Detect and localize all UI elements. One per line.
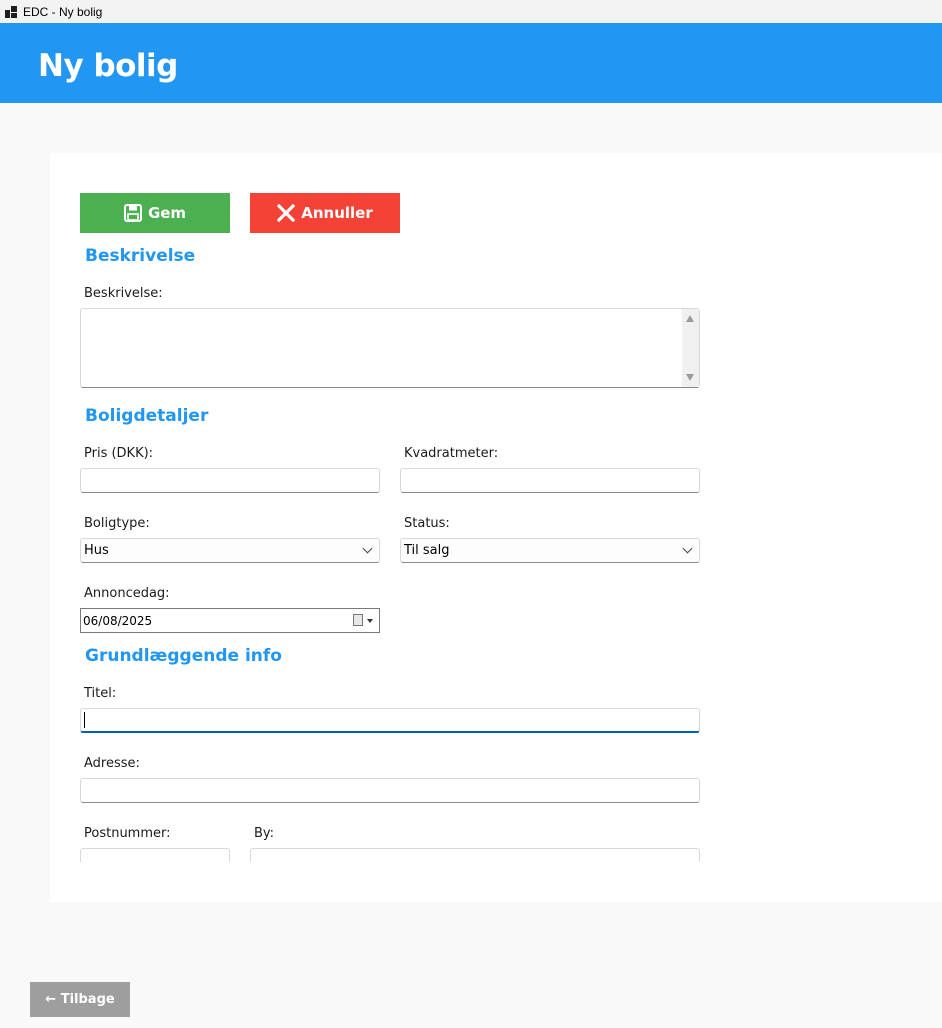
panel-scroll-clip	[50, 862, 942, 902]
description-scrollbar[interactable]	[682, 309, 699, 387]
listing-date-value: 06/08/2025	[83, 613, 153, 628]
status-label: Status:	[404, 516, 450, 531]
form-panel: Gem Annuller Beskrivelse Beskrivelse: Bo…	[50, 153, 942, 902]
title-label: Titel:	[84, 686, 117, 701]
calendar-icon[interactable]	[353, 614, 363, 626]
description-label: Beskrivelse:	[84, 286, 163, 301]
app-icon	[5, 5, 17, 18]
save-button[interactable]: Gem	[80, 193, 230, 233]
title-input[interactable]	[80, 708, 700, 733]
page-header: Ny bolig	[0, 23, 942, 103]
page-title: Ny bolig	[38, 48, 178, 84]
dropdown-arrow-icon[interactable]	[367, 619, 373, 623]
save-button-label: Gem	[147, 204, 187, 222]
chevron-down-icon	[682, 543, 693, 554]
type-select[interactable]: Hus	[80, 538, 380, 563]
cancel-button-label: Annuller	[301, 204, 373, 222]
text-caret	[84, 712, 85, 728]
section-title-description: Beskrivelse	[85, 246, 196, 266]
city-label: By:	[254, 826, 275, 841]
sqm-label: Kvadratmeter:	[404, 446, 499, 461]
description-textarea[interactable]	[80, 308, 700, 388]
price-input[interactable]	[80, 468, 380, 493]
status-select-value: Til salg	[404, 543, 450, 558]
window-titlebar: EDC - Ny bolig	[0, 0, 942, 23]
floppy-disk-icon	[123, 204, 142, 222]
address-label: Adresse:	[84, 756, 140, 771]
scroll-up-icon[interactable]	[686, 315, 694, 322]
back-button[interactable]: ← Tilbage	[30, 982, 130, 1017]
section-title-basic: Grundlæggende info	[85, 646, 282, 666]
sqm-input[interactable]	[400, 468, 700, 493]
section-title-details: Boligdetaljer	[85, 406, 209, 426]
postal-label: Postnummer:	[84, 826, 171, 841]
scroll-down-icon[interactable]	[686, 374, 694, 381]
listing-date-label: Annoncedag:	[84, 586, 170, 601]
window-title: EDC - Ny bolig	[23, 4, 103, 19]
close-icon	[277, 204, 296, 222]
price-label: Pris (DKK):	[84, 446, 154, 461]
listing-date-picker[interactable]: 06/08/2025	[80, 608, 380, 633]
status-select[interactable]: Til salg	[400, 538, 700, 563]
address-input[interactable]	[80, 778, 700, 803]
type-select-value: Hus	[84, 543, 109, 558]
cancel-button[interactable]: Annuller	[250, 193, 400, 233]
type-label: Boligtype:	[84, 516, 150, 531]
chevron-down-icon	[362, 543, 373, 554]
